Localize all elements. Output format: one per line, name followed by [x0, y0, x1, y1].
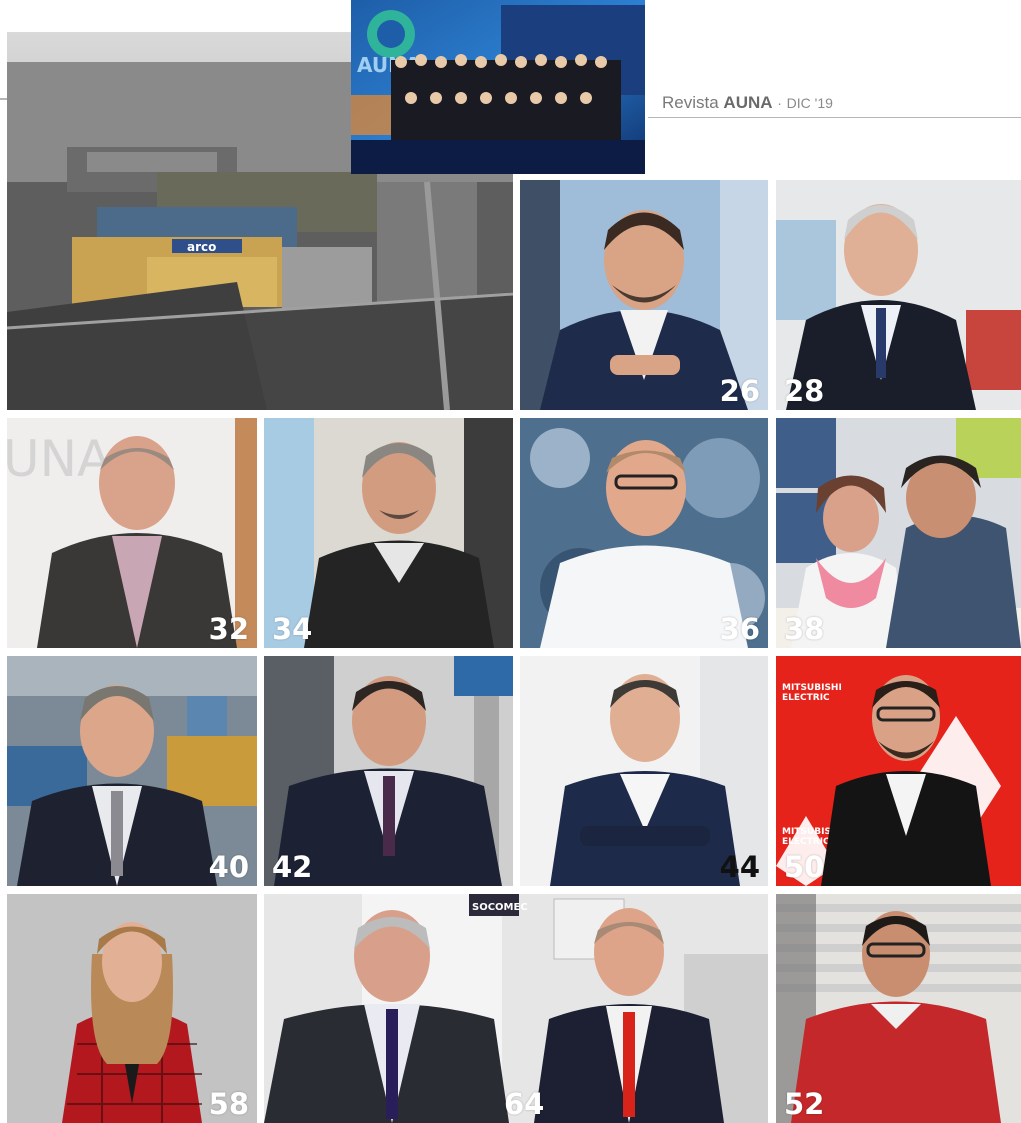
header-prefix: Revista [662, 93, 719, 112]
page-number-64: 64 [504, 1087, 545, 1121]
page-number-26: 26 [719, 374, 760, 408]
socomec-wall-text: SOCOMEC [472, 902, 528, 913]
header-issue-date: DIC '19 [786, 95, 833, 111]
header-brand: AUNA [723, 93, 773, 112]
event-group-photo: AUNA [351, 0, 645, 174]
page-number-52: 52 [784, 1087, 825, 1121]
portrait-52: 52 [776, 894, 1021, 1123]
factory-sign-text: arco [187, 240, 216, 254]
header-separator: · [777, 95, 782, 111]
portrait-38: 38 [776, 418, 1021, 648]
mitsubishi-text-top: MITSUBISHI [782, 683, 842, 693]
page-number-50: 50 [784, 850, 825, 884]
electric-text-top: ELECTRIC [782, 693, 830, 703]
portrait-50: MITSUBISHI ELECTRIC MITSUBISHI ELECTRIC … [776, 656, 1021, 886]
page-number-44: 44 [719, 850, 760, 884]
portrait-34: 34 [264, 418, 513, 648]
page-number-38: 38 [784, 612, 825, 646]
electric-text-bottom: ELECTRIC [782, 837, 830, 847]
magazine-header: Revista AUNA · DIC '19 [662, 93, 833, 113]
page-number-36: 36 [719, 612, 760, 646]
portrait-44: 44 [520, 656, 768, 886]
page-number-28: 28 [784, 374, 825, 408]
portrait-36: 36 [520, 418, 768, 648]
portrait-28: 28 [776, 180, 1021, 410]
auna-wall-text: UNA [7, 430, 111, 488]
page-number-34: 34 [272, 612, 313, 646]
page-number-40: 40 [208, 850, 249, 884]
page-number-58: 58 [208, 1087, 249, 1121]
portrait-26: 26 [520, 180, 768, 410]
event-group-image: AUNA [351, 0, 645, 174]
page-number-42: 42 [272, 850, 313, 884]
portrait-64: SOCOMEC 64 [264, 894, 768, 1123]
page-number-32: 32 [208, 612, 249, 646]
portrait-40: 40 [7, 656, 257, 886]
portrait-58: 58 [7, 894, 257, 1123]
header-rule-right [648, 117, 1021, 118]
portrait-32: UNA 32 [7, 418, 257, 648]
portrait-42: 42 [264, 656, 513, 886]
